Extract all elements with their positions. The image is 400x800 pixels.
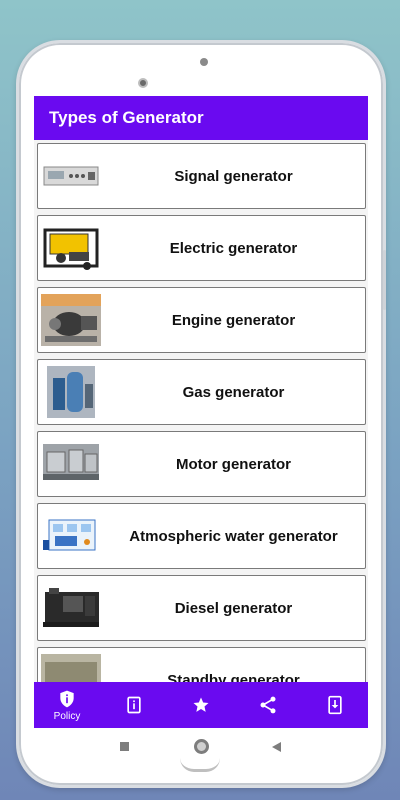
bottom-navigation: Policy: [34, 682, 368, 728]
page-title: Types of Generator: [49, 108, 204, 127]
list-item-label: Electric generator: [169, 240, 298, 257]
list-item-engine-generator[interactable]: Engine generator: [37, 287, 366, 353]
generator-list: Signal generator Electric generator Engi…: [37, 143, 366, 719]
star-icon: [193, 697, 209, 712]
nav-info[interactable]: [101, 682, 167, 728]
electric-generator-thumbnail: [41, 222, 101, 274]
recents-button[interactable]: [120, 742, 129, 751]
list-item-gas-generator[interactable]: Gas generator: [37, 359, 366, 425]
list-item-signal-generator[interactable]: Signal generator: [37, 143, 366, 209]
app-screen: Types of Generator Signal generator Elec…: [34, 96, 368, 728]
phone-sensor: [200, 58, 208, 66]
atmospheric-water-generator-thumbnail: [41, 510, 101, 562]
gas-generator-thumbnail: [41, 366, 101, 418]
nav-policy-label: Policy: [53, 710, 81, 722]
list-item-label: Motor generator: [175, 456, 291, 473]
list-item-label: Diesel generator: [174, 600, 293, 617]
home-button[interactable]: [194, 739, 209, 754]
info-icon: [127, 696, 141, 714]
back-button[interactable]: [272, 742, 281, 752]
nav-share[interactable]: [235, 682, 301, 728]
nav-favorites[interactable]: [168, 682, 234, 728]
download-icon: [328, 695, 342, 715]
signal-generator-thumbnail: [41, 150, 101, 202]
list-item-electric-generator[interactable]: Electric generator: [37, 215, 366, 281]
policy-icon: [60, 690, 74, 707]
share-icon: [260, 696, 276, 714]
list-item-label: Signal generator: [174, 168, 293, 185]
list-item-diesel-generator[interactable]: Diesel generator: [37, 575, 366, 641]
list-item-label: Gas generator: [182, 384, 285, 401]
list-item-motor-generator[interactable]: Motor generator: [37, 431, 366, 497]
nav-download[interactable]: [302, 682, 368, 728]
list-item-atmospheric-water-generator[interactable]: Atmospheric water generator: [37, 503, 366, 569]
list-item-label: Atmospheric water generator: [129, 528, 338, 545]
app-bar: Types of Generator: [34, 96, 368, 140]
list-item-label: Engine generator: [171, 312, 296, 329]
phone-camera: [138, 78, 148, 88]
diesel-generator-thumbnail: [41, 582, 101, 634]
motor-generator-thumbnail: [41, 438, 101, 490]
phone-side-button: [383, 250, 386, 310]
engine-generator-thumbnail: [41, 294, 101, 346]
nav-policy[interactable]: Policy: [34, 682, 100, 728]
